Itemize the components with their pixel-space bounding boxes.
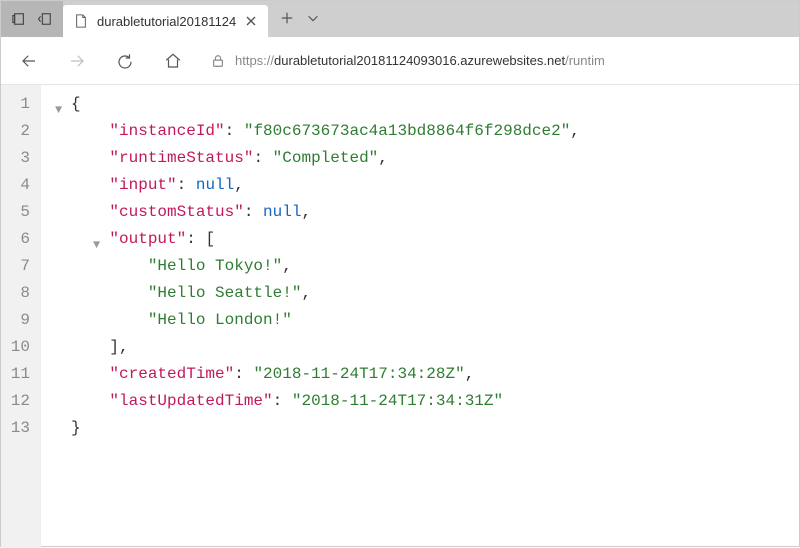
file-icon [73, 13, 89, 29]
code-line: } [41, 415, 580, 442]
code-line: "instanceId": "f80c673673ac4a13bd8864f6f… [41, 118, 580, 145]
line-number-gutter: 12345678910111213 [1, 85, 41, 548]
url-scheme: https:// [235, 53, 274, 68]
home-button[interactable] [153, 41, 193, 81]
window-controls [1, 1, 63, 37]
refresh-button[interactable] [105, 41, 145, 81]
navbar: https://durabletutorial20181124093016.az… [1, 37, 799, 85]
address-bar[interactable]: https://durabletutorial20181124093016.az… [201, 43, 791, 79]
code-line: "customStatus": null, [41, 199, 580, 226]
tab-title: durabletutorial20181124 [97, 14, 236, 29]
back-button[interactable] [9, 41, 49, 81]
code-line: "runtimeStatus": "Completed", [41, 145, 580, 172]
lock-icon [211, 54, 225, 68]
code-line: "output": [▼ [41, 226, 580, 253]
code-line: "input": null, [41, 172, 580, 199]
url-path: /runtim [565, 53, 605, 68]
tabs-aside-icon[interactable] [11, 11, 27, 27]
tab-actions [268, 1, 332, 37]
code-line: "Hello London!" [41, 307, 580, 334]
code-line: "Hello Tokyo!", [41, 253, 580, 280]
browser-tab[interactable]: durabletutorial20181124 [63, 5, 268, 37]
code-line: "createdTime": "2018-11-24T17:34:28Z", [41, 361, 580, 388]
new-tab-icon[interactable] [280, 11, 294, 28]
forward-button[interactable] [57, 41, 97, 81]
json-viewer: 12345678910111213 {▼ "instanceId": "f80c… [1, 85, 799, 548]
url-host: durabletutorial20181124093016.azurewebsi… [274, 53, 565, 68]
code-line: ], [41, 334, 580, 361]
url-text: https://durabletutorial20181124093016.az… [235, 53, 605, 68]
code-line: {▼ [41, 91, 580, 118]
code-line: "lastUpdatedTime": "2018-11-24T17:34:31Z… [41, 388, 580, 415]
set-aside-icon[interactable] [37, 11, 53, 27]
chevron-down-icon[interactable] [306, 11, 320, 28]
code-content[interactable]: {▼ "instanceId": "f80c673673ac4a13bd8864… [41, 85, 580, 548]
close-icon[interactable] [244, 14, 258, 28]
titlebar: durabletutorial20181124 [1, 1, 799, 37]
code-line: "Hello Seattle!", [41, 280, 580, 307]
